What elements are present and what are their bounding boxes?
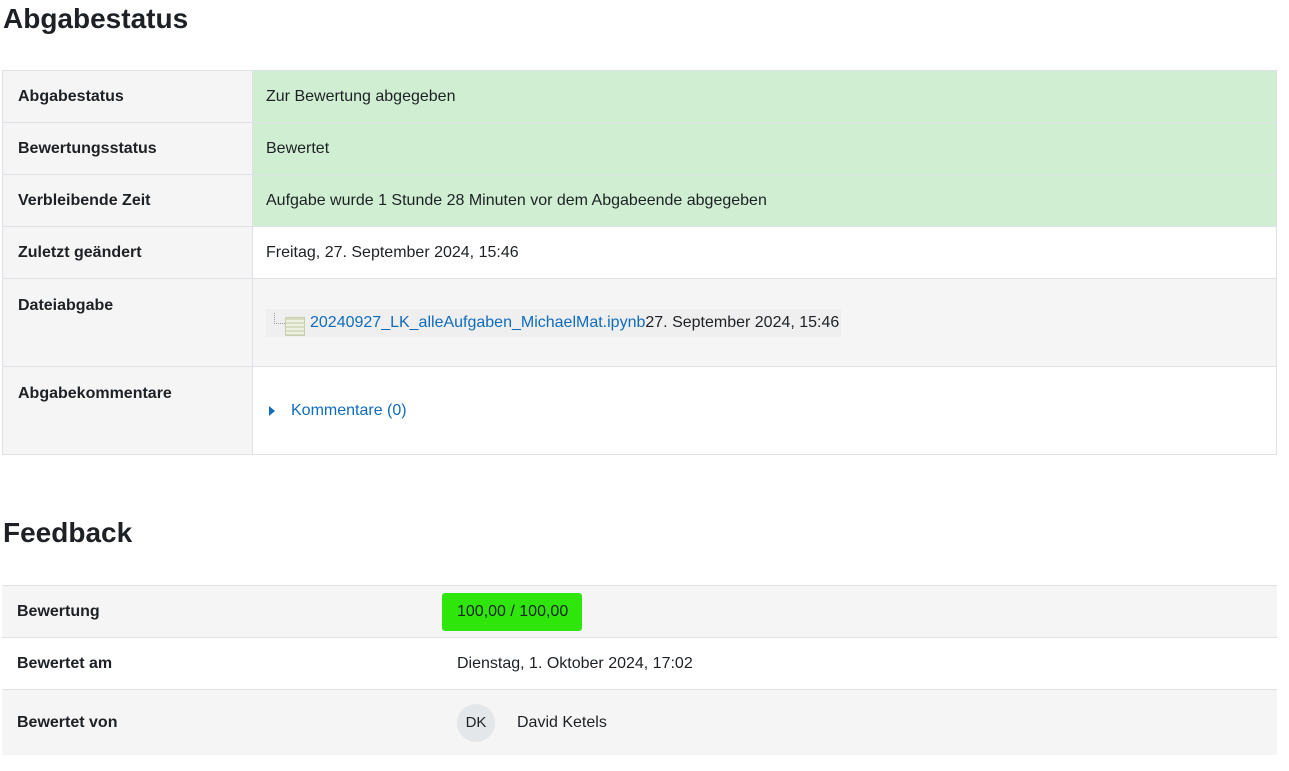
row-label-graded-by: Bewertet von: [17, 713, 118, 731]
row-label-last-modified: Zuletzt geändert: [2, 226, 253, 279]
table-row: Abgabestatus Zur Bewertung abgegeben: [2, 70, 1277, 123]
grade-value: 100,00 / 100,00: [442, 592, 583, 631]
avatar[interactable]: DK: [457, 703, 495, 742]
grader[interactable]: DK David Ketels: [457, 703, 1262, 742]
row-label-submission-comments: Abgabekommentare: [2, 366, 253, 455]
table-row: Dateiabgabe 20240927_LK_alleAufgaben_Mic…: [2, 278, 1277, 367]
file-date: 27. September 2024, 15:46: [645, 314, 840, 331]
status-section-title: Abgabestatus: [3, 3, 189, 34]
grading-status-value: Bewertet: [252, 122, 1277, 175]
graded-by-cell: DK David Ketels: [437, 690, 1277, 756]
table-row: Bewertung 100,00 / 100,00: [2, 585, 1277, 638]
comments-link[interactable]: Kommentare (0): [291, 402, 407, 420]
submission-status-value: Zur Bewertung abgegeben: [252, 70, 1277, 123]
file-download-link[interactable]: 20240927_LK_alleAufgaben_MichaelMat.ipyn…: [310, 314, 645, 332]
feedback-section-title: Feedback: [3, 517, 133, 548]
table-row: Verbleibende Zeit Aufgabe wurde 1 Stunde…: [2, 174, 1277, 227]
caret-right-icon[interactable]: [269, 406, 275, 416]
table-row: Zuletzt geändert Freitag, 27. September …: [2, 226, 1277, 279]
comments-toggle[interactable]: Kommentare (0): [269, 402, 1261, 420]
row-label-time-remaining: Verbleibende Zeit: [2, 174, 253, 227]
file-entry: 20240927_LK_alleAufgaben_MichaelMat.ipyn…: [266, 309, 842, 337]
table-row: Abgabekommentare Kommentare (0): [2, 366, 1277, 455]
submission-comments-cell: Kommentare (0): [252, 366, 1277, 455]
feedback-table: Bewertung 100,00 / 100,00 Bewertet am Di…: [2, 585, 1277, 755]
row-label-file-submission: Dateiabgabe: [2, 278, 253, 367]
submission-status-table: Abgabestatus Zur Bewertung abgegeben Bew…: [2, 70, 1277, 455]
table-row: Bewertet am Dienstag, 1. Oktober 2024, 1…: [2, 637, 1277, 690]
table-row: Bewertet von DK David Ketels: [2, 689, 1277, 756]
grade-cell: 100,00 / 100,00: [437, 586, 1277, 638]
file-icon: [266, 309, 310, 337]
last-modified-value: Freitag, 27. September 2024, 15:46: [252, 226, 1277, 279]
file-submission-cell: 20240927_LK_alleAufgaben_MichaelMat.ipyn…: [252, 278, 1277, 367]
grader-name[interactable]: David Ketels: [517, 714, 607, 732]
table-row: Bewertungsstatus Bewertet: [2, 122, 1277, 175]
row-label-graded-on: Bewertet am: [17, 654, 113, 672]
row-label-grade: Bewertung: [17, 602, 100, 620]
time-remaining-value: Aufgabe wurde 1 Stunde 28 Minuten vor de…: [252, 174, 1277, 227]
row-label-submission-status: Abgabestatus: [2, 70, 253, 123]
row-label-grading-status: Bewertungsstatus: [2, 122, 253, 175]
graded-on-value: Dienstag, 1. Oktober 2024, 17:02: [457, 654, 693, 672]
